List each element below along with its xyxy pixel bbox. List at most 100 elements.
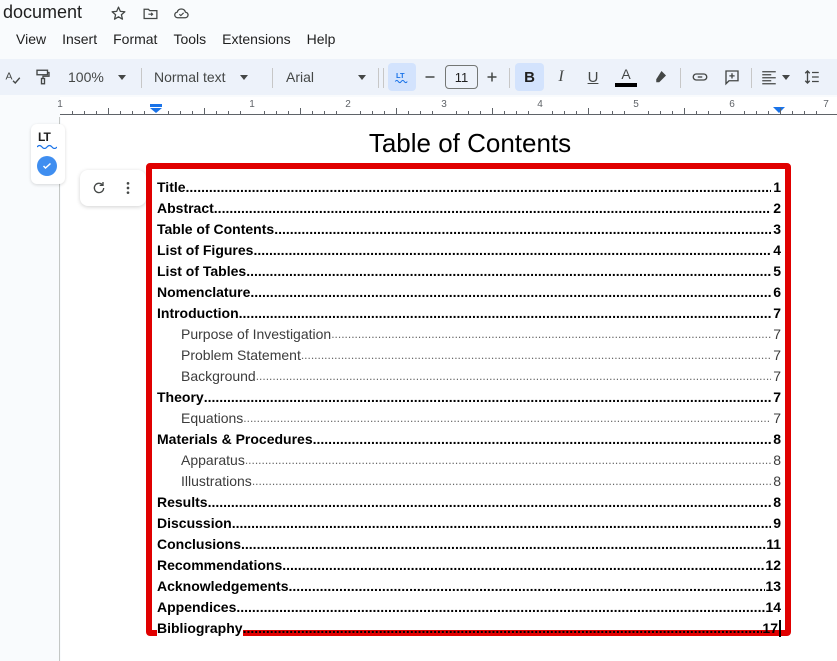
toc-entry[interactable]: Title...................................…	[157, 175, 781, 196]
toc-more-options-button[interactable]	[118, 178, 138, 198]
toc-entry-label[interactable]: Title	[157, 179, 186, 196]
toc-entry-label[interactable]: Materials & Procedures	[157, 431, 313, 448]
horizontal-ruler[interactable]: 1 1 2 3 4 5 6 7	[0, 97, 837, 117]
check-status-icon[interactable]	[37, 156, 57, 176]
toc-entry-page-number[interactable]: 3	[771, 221, 781, 238]
move-to-folder-icon[interactable]	[141, 4, 159, 22]
toc-entry-page-number[interactable]: 14	[765, 599, 781, 616]
languagetool-toolbar-button[interactable]: LT	[388, 63, 416, 91]
toc-entry-label[interactable]: List of Figures	[157, 242, 254, 259]
text-color-button[interactable]: A	[612, 63, 640, 91]
toc-entry[interactable]: Discussion..............................…	[157, 511, 781, 532]
toc-entry-page-number[interactable]: 8	[771, 473, 781, 490]
italic-button[interactable]: I	[548, 63, 574, 91]
document-title[interactable]: document	[3, 2, 82, 23]
toc-entry-page-number[interactable]: 8	[771, 452, 781, 469]
toc-entry-label[interactable]: Problem Statement	[181, 347, 301, 364]
toc-entry-page-number[interactable]: 8	[771, 431, 781, 448]
toc-entry[interactable]: Acknowledgements........................…	[157, 574, 781, 595]
toc-entry-label[interactable]: Table of Contents	[157, 221, 275, 238]
toc-entry-label[interactable]: Appendices	[157, 599, 237, 616]
line-spacing-button[interactable]	[800, 63, 824, 91]
add-comment-button[interactable]	[720, 63, 744, 91]
toc-entry[interactable]: Table of Contents.......................…	[157, 217, 781, 238]
languagetool-panel[interactable]: LT	[31, 124, 65, 184]
toc-entry-label[interactable]: Bibliography	[157, 620, 243, 637]
toc-entry-label[interactable]: Abstract	[157, 200, 214, 217]
toc-entry[interactable]: Results.................................…	[157, 490, 781, 511]
toc-entry[interactable]: List of Tables..........................…	[157, 259, 781, 280]
toc-entry-label[interactable]: Acknowledgements	[157, 578, 289, 595]
toc-entry[interactable]: Problem Statement.......................…	[157, 343, 781, 364]
toc-entry-page-number[interactable]: 5	[771, 263, 781, 280]
font-family-select[interactable]: Arial	[286, 63, 366, 91]
toc-entry[interactable]: Appendices..............................…	[157, 595, 781, 616]
toc-entry-page-number[interactable]: 7	[771, 389, 781, 406]
align-select[interactable]	[757, 63, 793, 91]
toc-entry[interactable]: Apparatus...............................…	[157, 448, 781, 469]
toc-entry-page-number[interactable]: 13	[765, 578, 781, 595]
toc-entry-label[interactable]: Illustrations	[181, 473, 252, 490]
zoom-select[interactable]: 100%	[66, 63, 132, 91]
cloud-saved-icon[interactable]	[172, 4, 190, 22]
paragraph-style-select[interactable]: Normal text	[154, 63, 260, 91]
highlight-color-button[interactable]	[648, 63, 672, 91]
toc-entry-page-number[interactable]: 7	[771, 368, 781, 385]
toc-entry-page-number[interactable]: 1	[771, 179, 781, 196]
toc-entry-label[interactable]: Theory	[157, 389, 204, 406]
toc-entry[interactable]: Materials & Procedures..................…	[157, 427, 781, 448]
star-icon[interactable]	[109, 4, 127, 22]
toc-entry[interactable]: Background..............................…	[157, 364, 781, 385]
toc-entry-page-number[interactable]: 9	[771, 515, 781, 532]
toc-entry-page-number[interactable]: 4	[771, 242, 781, 259]
menu-tools[interactable]: Tools	[173, 29, 212, 49]
font-size-input[interactable]: 11	[445, 65, 478, 89]
decrease-font-size-button[interactable]	[420, 63, 440, 91]
toc-entry[interactable]: Theory..................................…	[157, 385, 781, 406]
toc-entry-label[interactable]: Background	[181, 368, 256, 385]
toc-entry[interactable]: Introduction............................…	[157, 301, 781, 322]
toc-entry-label[interactable]: List of Tables	[157, 263, 247, 280]
left-indent-marker[interactable]	[150, 104, 162, 113]
toc-entry[interactable]: Purpose of Investigation................…	[157, 322, 781, 343]
menu-help[interactable]: Help	[307, 29, 342, 49]
increase-font-size-button[interactable]	[482, 63, 502, 91]
toc-entry[interactable]: Illustrations...........................…	[157, 469, 781, 490]
toc-entry-label[interactable]: Purpose of Investigation	[181, 326, 332, 343]
toc-entry[interactable]: Equations...............................…	[157, 406, 781, 427]
menu-insert[interactable]: Insert	[62, 29, 103, 49]
toc-heading[interactable]: Table of Contents	[300, 128, 640, 159]
toc-entry[interactable]: Bibliography............................…	[157, 616, 781, 637]
toc-entry-page-number[interactable]: 7	[771, 347, 781, 364]
toc-entry-label[interactable]: Apparatus	[181, 452, 245, 469]
toc-entry-page-number[interactable]: 12	[765, 557, 781, 574]
menu-format[interactable]: Format	[113, 29, 163, 49]
toc-entry-page-number[interactable]: 7	[771, 326, 781, 343]
toc-entry-page-number[interactable]: 17	[762, 620, 778, 637]
toc-entry-page-number[interactable]: 7	[771, 305, 781, 322]
toc-entry[interactable]: Recommendations.........................…	[157, 553, 781, 574]
insert-link-button[interactable]	[688, 63, 712, 91]
toc-entry[interactable]: Nomenclature............................…	[157, 280, 781, 301]
toc-entry-label[interactable]: Nomenclature	[157, 284, 251, 301]
toc-entry[interactable]: Conclusions.............................…	[157, 532, 781, 553]
update-toc-button[interactable]	[89, 178, 109, 198]
right-indent-marker[interactable]	[773, 104, 785, 113]
toc-entry-page-number[interactable]: 6	[771, 284, 781, 301]
bold-button[interactable]: B	[515, 63, 544, 91]
menu-extensions[interactable]: Extensions	[222, 29, 296, 49]
table-of-contents[interactable]: Title...................................…	[146, 163, 791, 637]
toc-entry-label[interactable]: Discussion	[157, 515, 232, 532]
toc-entry[interactable]: List of Figures.........................…	[157, 238, 781, 259]
toc-entry-page-number[interactable]: 7	[771, 410, 781, 427]
toc-entry-label[interactable]: Results	[157, 494, 208, 511]
spelling-check-button[interactable]: A	[2, 63, 24, 91]
toc-entry[interactable]: Abstract................................…	[157, 196, 781, 217]
menu-view[interactable]: View	[16, 29, 52, 49]
toc-entry-page-number[interactable]: 8	[771, 494, 781, 511]
paint-format-button[interactable]	[32, 63, 54, 91]
toc-entry-label[interactable]: Recommendations	[157, 557, 283, 574]
toc-entry-page-number[interactable]: 2	[771, 200, 781, 217]
toc-entry-label[interactable]: Equations	[181, 410, 244, 427]
toc-entry-label[interactable]: Introduction	[157, 305, 239, 322]
